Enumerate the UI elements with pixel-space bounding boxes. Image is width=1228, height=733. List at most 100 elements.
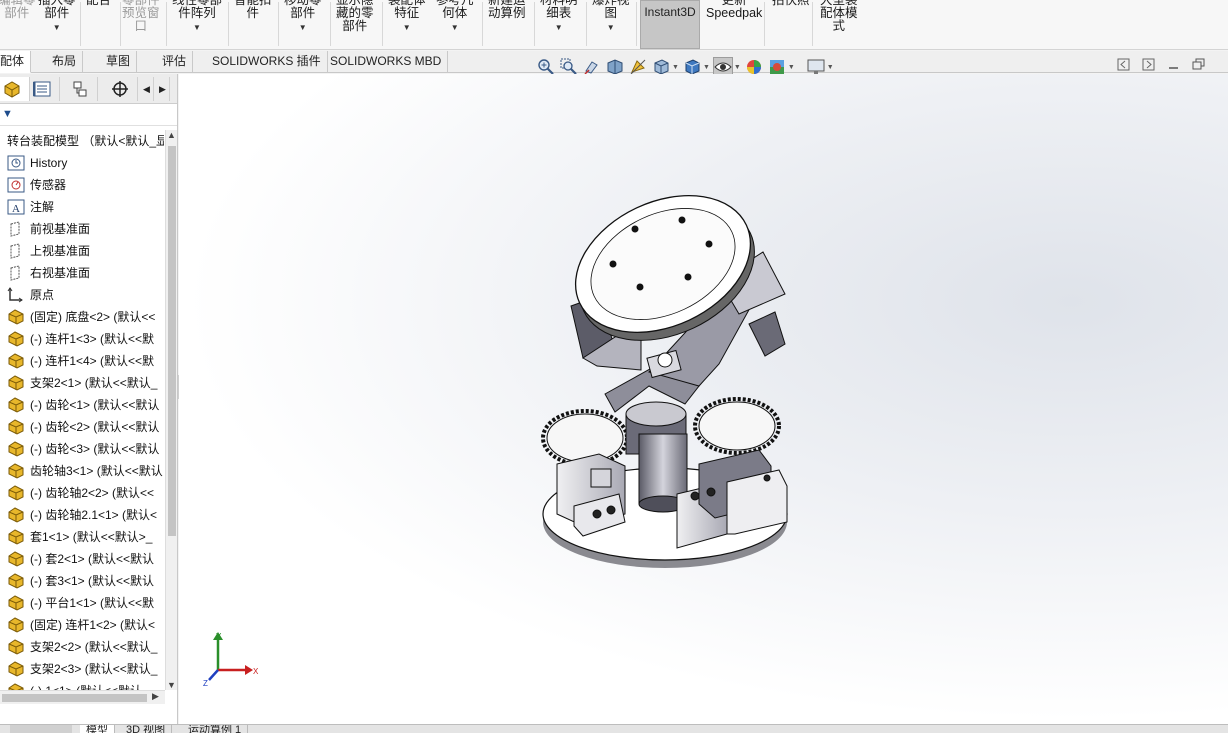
tree-item[interactable]: History [0,152,164,174]
part-icon [7,397,25,413]
tree-item[interactable]: 原点 [0,284,164,306]
assembly-model[interactable] [179,74,1228,724]
command-tab-3[interactable]: 评估 [156,51,194,73]
view-settings-dropdown-icon[interactable]: ▼ [827,64,834,71]
chevron-down-icon[interactable]: ▼ [436,21,474,34]
chevron-down-icon[interactable]: ▼ [388,21,426,34]
tree-item[interactable]: (-) 连杆1<3> (默认<<默 [0,328,164,350]
ribbon-button-9[interactable]: 参考几 何体 ▼ [436,0,474,34]
restore-icon[interactable] [1192,58,1205,74]
next-window-icon[interactable] [1142,58,1155,74]
tree-vertical-scrollbar[interactable]: ▲ ▼ [165,130,177,690]
tree-item[interactable]: 右视基准面 [0,262,164,284]
ribbon-button-8[interactable]: 装配体 特征 ▼ [388,0,426,34]
ribbon-button-3[interactable]: 零部件 预览窗 口 [122,0,160,33]
command-tab-5[interactable]: SOLIDWORKS MBD [324,51,449,73]
tree-item-label: (-) 平台1<1> (默认<<默 [30,596,155,610]
ribbon-button-5[interactable]: 智能扣 件 [234,0,272,20]
tree-item[interactable]: (-) 齿轮轴2.1<1> (默认< [0,504,164,526]
tab-3d-views[interactable]: 3D 视图 [120,725,173,733]
command-tab-2[interactable]: 草图 [100,51,138,73]
tree-root-assembly[interactable]: 转台装配模型 （默认<默认_显 [0,130,164,152]
tree-item[interactable]: 齿轮轴3<1> (默认<<默认 [0,460,164,482]
bottom-tabs: 模型 3D 视图 运动算例 1 [0,724,1228,733]
ribbon-button-15[interactable]: 大型装 配体模 式 [820,0,858,33]
tree-item[interactable]: (-) 齿轮<3> (默认<<默认 [0,438,164,460]
tree-item[interactable]: (固定) 底盘<2> (默认<< [0,306,164,328]
previous-window-icon[interactable] [1117,58,1130,74]
part-icon [7,507,25,523]
property-manager-tab[interactable] [24,77,60,101]
ribbon-button-11[interactable]: 材料明 细表 ▼ [540,0,578,34]
ribbon-button-10[interactable]: 新建运 动算例 [488,0,526,20]
ribbon-button-label: 显示隐 藏的零 部件 [336,0,374,33]
chevron-down-icon[interactable]: ▼ [284,21,322,34]
plane-icon [7,243,25,259]
tree-item[interactable]: (-) 齿轮<2> (默认<<默认 [0,416,164,438]
tree-horizontal-scrollbar[interactable]: ▶ [0,690,165,704]
scroll-thumb[interactable] [2,694,147,702]
ribbon-button-13[interactable]: 更新 Speedpak [706,0,762,20]
filter-icon[interactable]: ▼ [2,108,13,120]
tab-motion-study[interactable]: 运动算例 1 [182,725,249,733]
hide-show-dropdown-icon[interactable]: ▼ [734,64,741,71]
chevron-down-icon[interactable]: ▼ [540,21,578,34]
scroll-down-icon[interactable]: ▼ [167,680,176,690]
command-tab-0[interactable]: 配体 [0,51,32,73]
ribbon-button-label: 装配体 特征 [388,0,426,20]
scroll-up-icon[interactable]: ▲ [167,130,176,140]
configuration-manager-tab[interactable] [62,77,98,101]
ribbon-button-0[interactable]: 编辑零 部件 [0,0,36,20]
command-tab-1[interactable]: 布局 [46,51,84,73]
tree-item[interactable]: (-) 齿轮轴2<2> (默认<< [0,482,164,504]
tree-item[interactable]: 传感器 [0,174,164,196]
tree-item[interactable]: (-) 平台1<1> (默认<<默 [0,592,164,614]
tab-model[interactable]: 模型 [80,725,115,733]
ribbon-button-2[interactable]: 配合 [86,0,111,7]
ribbon-separator [278,2,279,46]
instant3d-button[interactable]: Instant3D [640,0,700,49]
ribbon-button-6[interactable]: 移动零 部件 ▼ [284,0,322,34]
apply-scene-dropdown-icon[interactable]: ▼ [788,64,795,71]
part-icon [7,419,25,435]
dimxpert-manager-tab[interactable] [102,77,138,101]
chevron-down-icon[interactable]: ▼ [172,21,222,34]
tree-item-label: (-) 齿轮<2> (默认<<默认 [30,420,160,434]
tree-item[interactable]: (-) 套2<1> (默认<<默认 [0,548,164,570]
tree-item-label: (-) 连杆1<4> (默认<<默 [30,354,155,368]
panel-tabs-scroll-right-icon[interactable]: ▶ [156,77,170,101]
minimize-icon[interactable] [1167,58,1180,74]
tree-item[interactable]: (-) 套3<1> (默认<<默认 [0,570,164,592]
part-icon [7,309,25,325]
tree-item[interactable]: 前视基准面 [0,218,164,240]
chevron-down-icon[interactable]: ▼ [38,21,76,34]
ribbon-button-label: 新建运 动算例 [488,0,526,20]
tree-item[interactable]: 上视基准面 [0,240,164,262]
view-orientation-dropdown-icon[interactable]: ▼ [672,64,679,71]
scroll-thumb[interactable] [168,146,176,536]
ribbon-button-7[interactable]: 显示隐 藏的零 部件 [336,0,374,33]
tree-item[interactable]: 支架2<3> (默认<<默认_ [0,658,164,680]
ribbon-button-14[interactable]: 拍快照 [772,0,810,7]
tree-item-label: 转台装配模型 （默认<默认_显 [7,134,164,148]
scroll-right-icon[interactable]: ▶ [152,691,159,702]
tree-item[interactable]: (-) 齿轮<1> (默认<<默认 [0,394,164,416]
tree-item-label: 右视基准面 [30,266,91,280]
ribbon-button-12[interactable]: 爆炸视 图 ▼ [592,0,630,34]
tree-item[interactable]: (-) 连杆1<4> (默认<<默 [0,350,164,372]
panel-tabs-scroll-left-icon[interactable]: ◀ [140,77,154,101]
tree-item[interactable]: 支架2<2> (默认<<默认_ [0,636,164,658]
ribbon-button-1[interactable]: 插入零 部件 ▼ [38,0,76,34]
tree-item[interactable]: (固定) 连杆1<2> (默认< [0,614,164,636]
display-style-dropdown-icon[interactable]: ▼ [703,64,710,71]
graphics-area[interactable]: Y X Z [179,74,1228,724]
tree-item[interactable]: (-) 1<1> (默认<<默认 [0,680,164,690]
tree-filter[interactable]: ▼ [0,104,177,126]
tree-item[interactable]: 支架2<1> (默认<<默认_ [0,372,164,394]
tab-navigation-arrows[interactable] [10,725,72,733]
chevron-down-icon[interactable]: ▼ [592,21,630,34]
tree-item[interactable]: A 注解 [0,196,164,218]
ribbon-button-4[interactable]: 线性零部 件阵列 ▼ [172,0,222,34]
command-tab-4[interactable]: SOLIDWORKS 插件 [206,51,328,73]
tree-item[interactable]: 套1<1> (默认<<默认>_ [0,526,164,548]
